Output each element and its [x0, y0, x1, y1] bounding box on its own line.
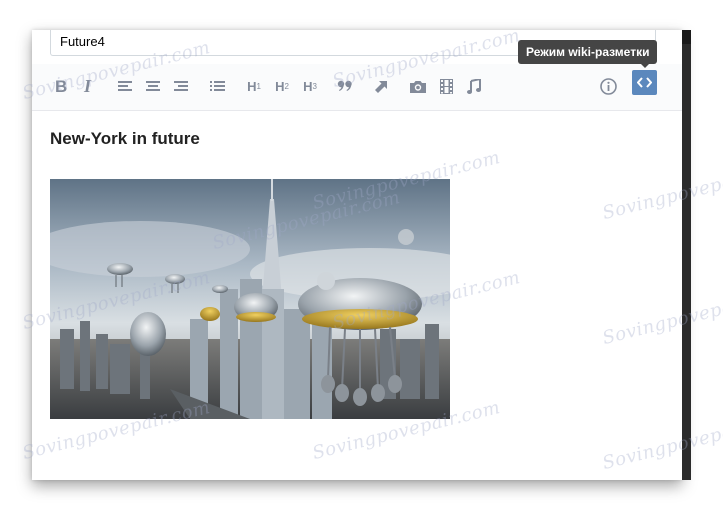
- scrollbar[interactable]: [682, 30, 691, 480]
- heading-3-label: H: [303, 78, 313, 94]
- svg-text:B: B: [55, 78, 67, 94]
- film-icon: [439, 78, 453, 94]
- align-right-button[interactable]: [172, 74, 190, 98]
- italic-button[interactable]: I: [80, 74, 98, 98]
- heading-2-label: H: [275, 78, 285, 94]
- bold-icon: B: [55, 78, 67, 94]
- help-button[interactable]: [598, 74, 618, 98]
- camera-icon: [410, 80, 426, 93]
- link-arrow-icon: [374, 80, 387, 93]
- insert-audio-button[interactable]: [464, 74, 484, 98]
- tooltip-arrow: [640, 63, 650, 68]
- align-right-icon: [174, 81, 188, 91]
- code-brackets-icon: [637, 77, 652, 88]
- insert-video-button[interactable]: [436, 74, 456, 98]
- italic-icon: I: [83, 78, 92, 94]
- bold-button[interactable]: B: [52, 74, 70, 98]
- align-center-icon: [146, 81, 160, 91]
- align-center-button[interactable]: [144, 74, 162, 98]
- align-left-icon: [118, 81, 132, 91]
- bulleted-list-button[interactable]: [208, 74, 226, 98]
- align-left-button[interactable]: [116, 74, 134, 98]
- article-image[interactable]: [50, 179, 450, 419]
- quote-button[interactable]: [336, 74, 354, 98]
- info-icon: [599, 77, 617, 95]
- article-heading: New-York in future: [50, 129, 200, 148]
- futuristic-city-image: [50, 179, 450, 419]
- insert-photo-button[interactable]: [408, 74, 428, 98]
- wiki-markup-mode-button[interactable]: [632, 70, 657, 95]
- link-button[interactable]: [372, 74, 390, 98]
- formatting-toolbar: B I H1 H2 H3: [32, 64, 682, 111]
- heading-3-button[interactable]: H3: [300, 74, 320, 98]
- quote-icon: [337, 80, 352, 91]
- heading-1-label: H: [247, 78, 257, 94]
- heading-3-sub: 3: [312, 81, 317, 91]
- svg-text:I: I: [83, 78, 92, 94]
- heading-2-button[interactable]: H2: [272, 74, 292, 98]
- music-note-icon: [467, 78, 481, 94]
- heading-1-sub: 1: [256, 81, 261, 91]
- heading-1-button[interactable]: H1: [244, 74, 264, 98]
- tooltip: Режим wiki-разметки: [518, 40, 658, 64]
- heading-2-sub: 2: [284, 81, 289, 91]
- scrollbar-thumb[interactable]: [682, 30, 691, 44]
- list-icon: [209, 81, 225, 91]
